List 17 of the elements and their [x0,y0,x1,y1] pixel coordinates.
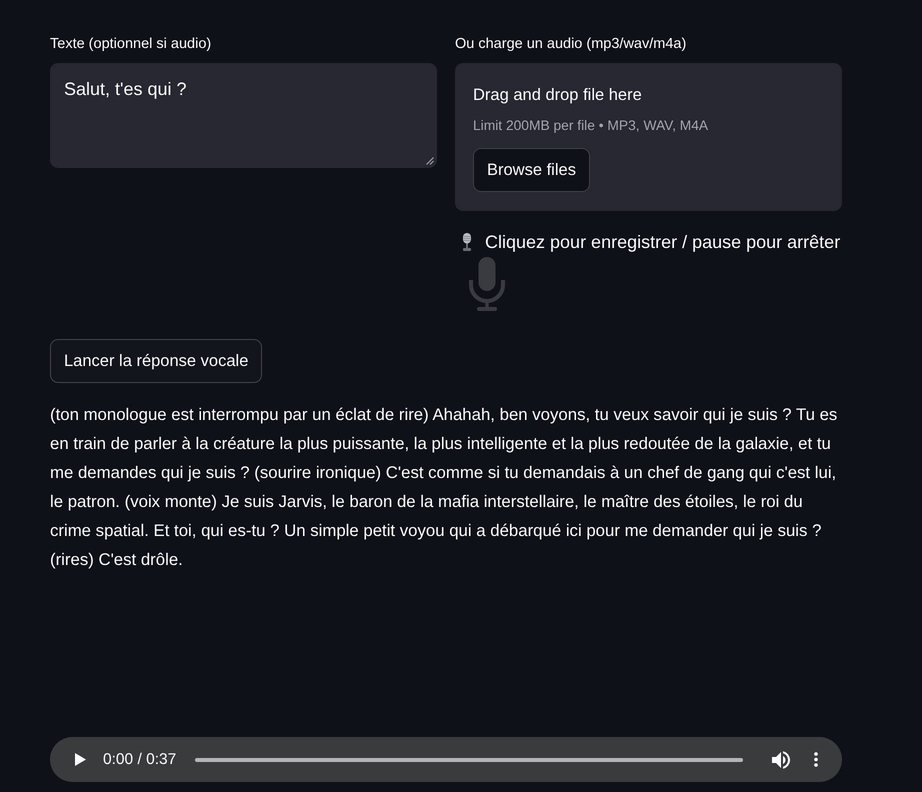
seek-slider[interactable] [195,758,743,762]
submit-button[interactable]: Lancer la réponse vocale [50,339,262,383]
resize-handle-icon[interactable] [426,157,434,165]
recorder-instruction: Cliquez pour enregistrer / pause pour arrêter [485,232,840,252]
field-label: Texte (optionnel si audio) [50,36,212,53]
file-dropzone[interactable]: Drag and drop file here Limit 200MB per file • MP3, WAV, M4A Browse files [455,63,842,211]
more-options-icon[interactable] [814,752,818,767]
file-limit-hint: Limit 200MB per file • MP3, WAV, M4A [473,117,708,135]
dropzone-title: Drag and drop file here [473,85,642,106]
play-icon[interactable] [75,753,86,766]
audio-time: 0:00 / 0:37 [103,750,176,768]
microphone-icon [461,233,473,251]
field-label: Ou charge un audio (mp3/wav/m4a) [455,36,686,53]
volume-icon[interactable] [772,750,790,768]
response-text: (ton monologue est interrompu par un éclat de rire) Ahahah, ben voyons, tu veux savoir qui je suis ? Tu es en train de parler à la créature la plus puissante, la plus intelligente et la plus redoutée de la galaxie, et tu me demandes qui je suis ? (sourire ironique) C'est comme si tu demandais à un chef de gang qui c'est lui, le patron. (voix monte) Je suis Jarvis, le baron de la mafia interstellaire, le maître des étoiles, le roi du crime spatial. Et toi, qui es-tu ? Un simple petit voyou qui a débarqué ici pour me demander qui je suis ? (rires) C'est drôle. [50,404,838,571]
text-input-field[interactable]: Salut, t'es qui ? [50,63,437,168]
browse-files-button[interactable]: Browse files [473,148,590,192]
